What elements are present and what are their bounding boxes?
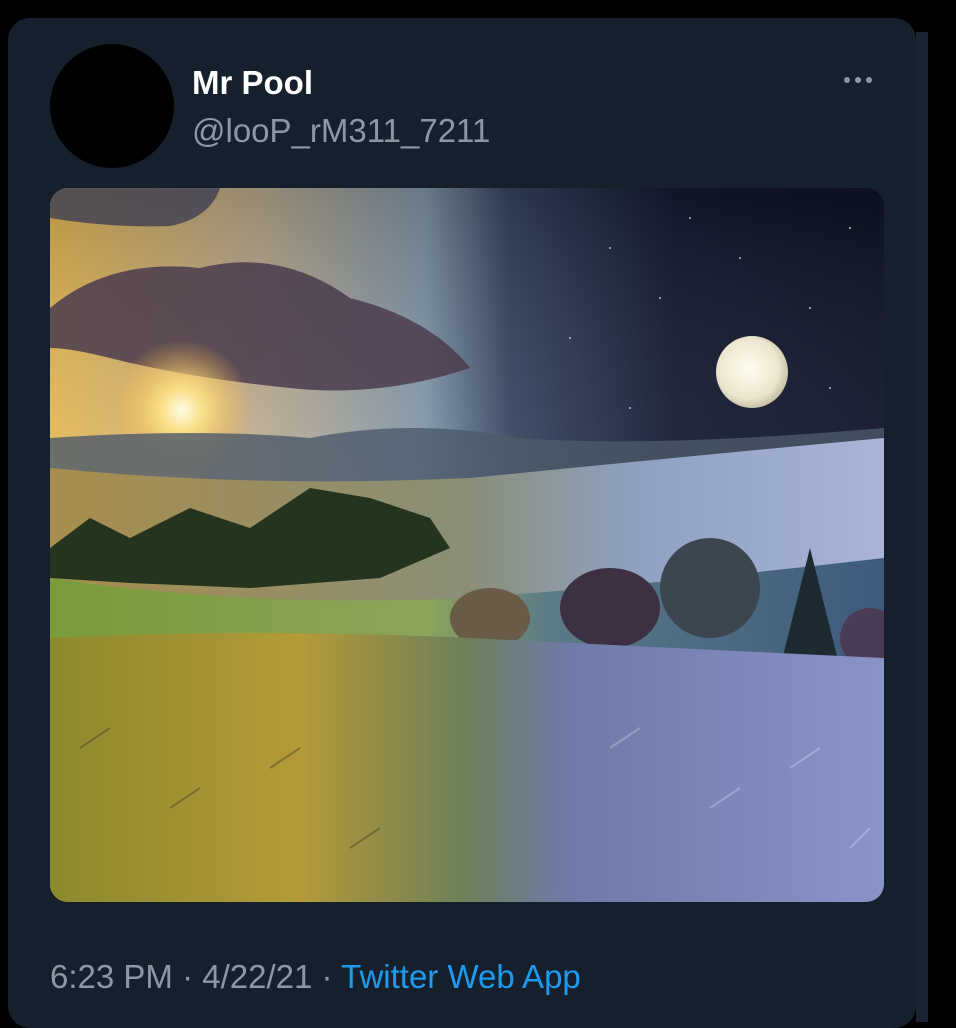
meta-separator: · bbox=[321, 958, 333, 995]
tweet-card[interactable]: Mr Pool @looP_rM311_7211 6:23 PM · 4/22/… bbox=[8, 18, 916, 1028]
tweet-source-link[interactable]: Twitter Web App bbox=[341, 958, 581, 995]
meta-separator: · bbox=[182, 958, 194, 995]
tweet-date[interactable]: 4/22/21 bbox=[202, 958, 312, 995]
display-name[interactable]: Mr Pool bbox=[192, 64, 313, 102]
landscape-day-night-image bbox=[50, 188, 884, 902]
tweet-image[interactable] bbox=[50, 188, 884, 902]
more-horizontal-icon bbox=[855, 77, 861, 83]
more-options-button[interactable] bbox=[844, 70, 884, 90]
more-horizontal-icon bbox=[866, 77, 872, 83]
more-horizontal-icon bbox=[844, 77, 850, 83]
tweet-meta: 6:23 PM · 4/22/21 · Twitter Web App bbox=[50, 958, 581, 996]
user-handle[interactable]: @looP_rM311_7211 bbox=[192, 112, 490, 150]
card-edge bbox=[916, 32, 928, 1022]
avatar[interactable] bbox=[50, 44, 174, 168]
tweet-time[interactable]: 6:23 PM bbox=[50, 958, 173, 995]
